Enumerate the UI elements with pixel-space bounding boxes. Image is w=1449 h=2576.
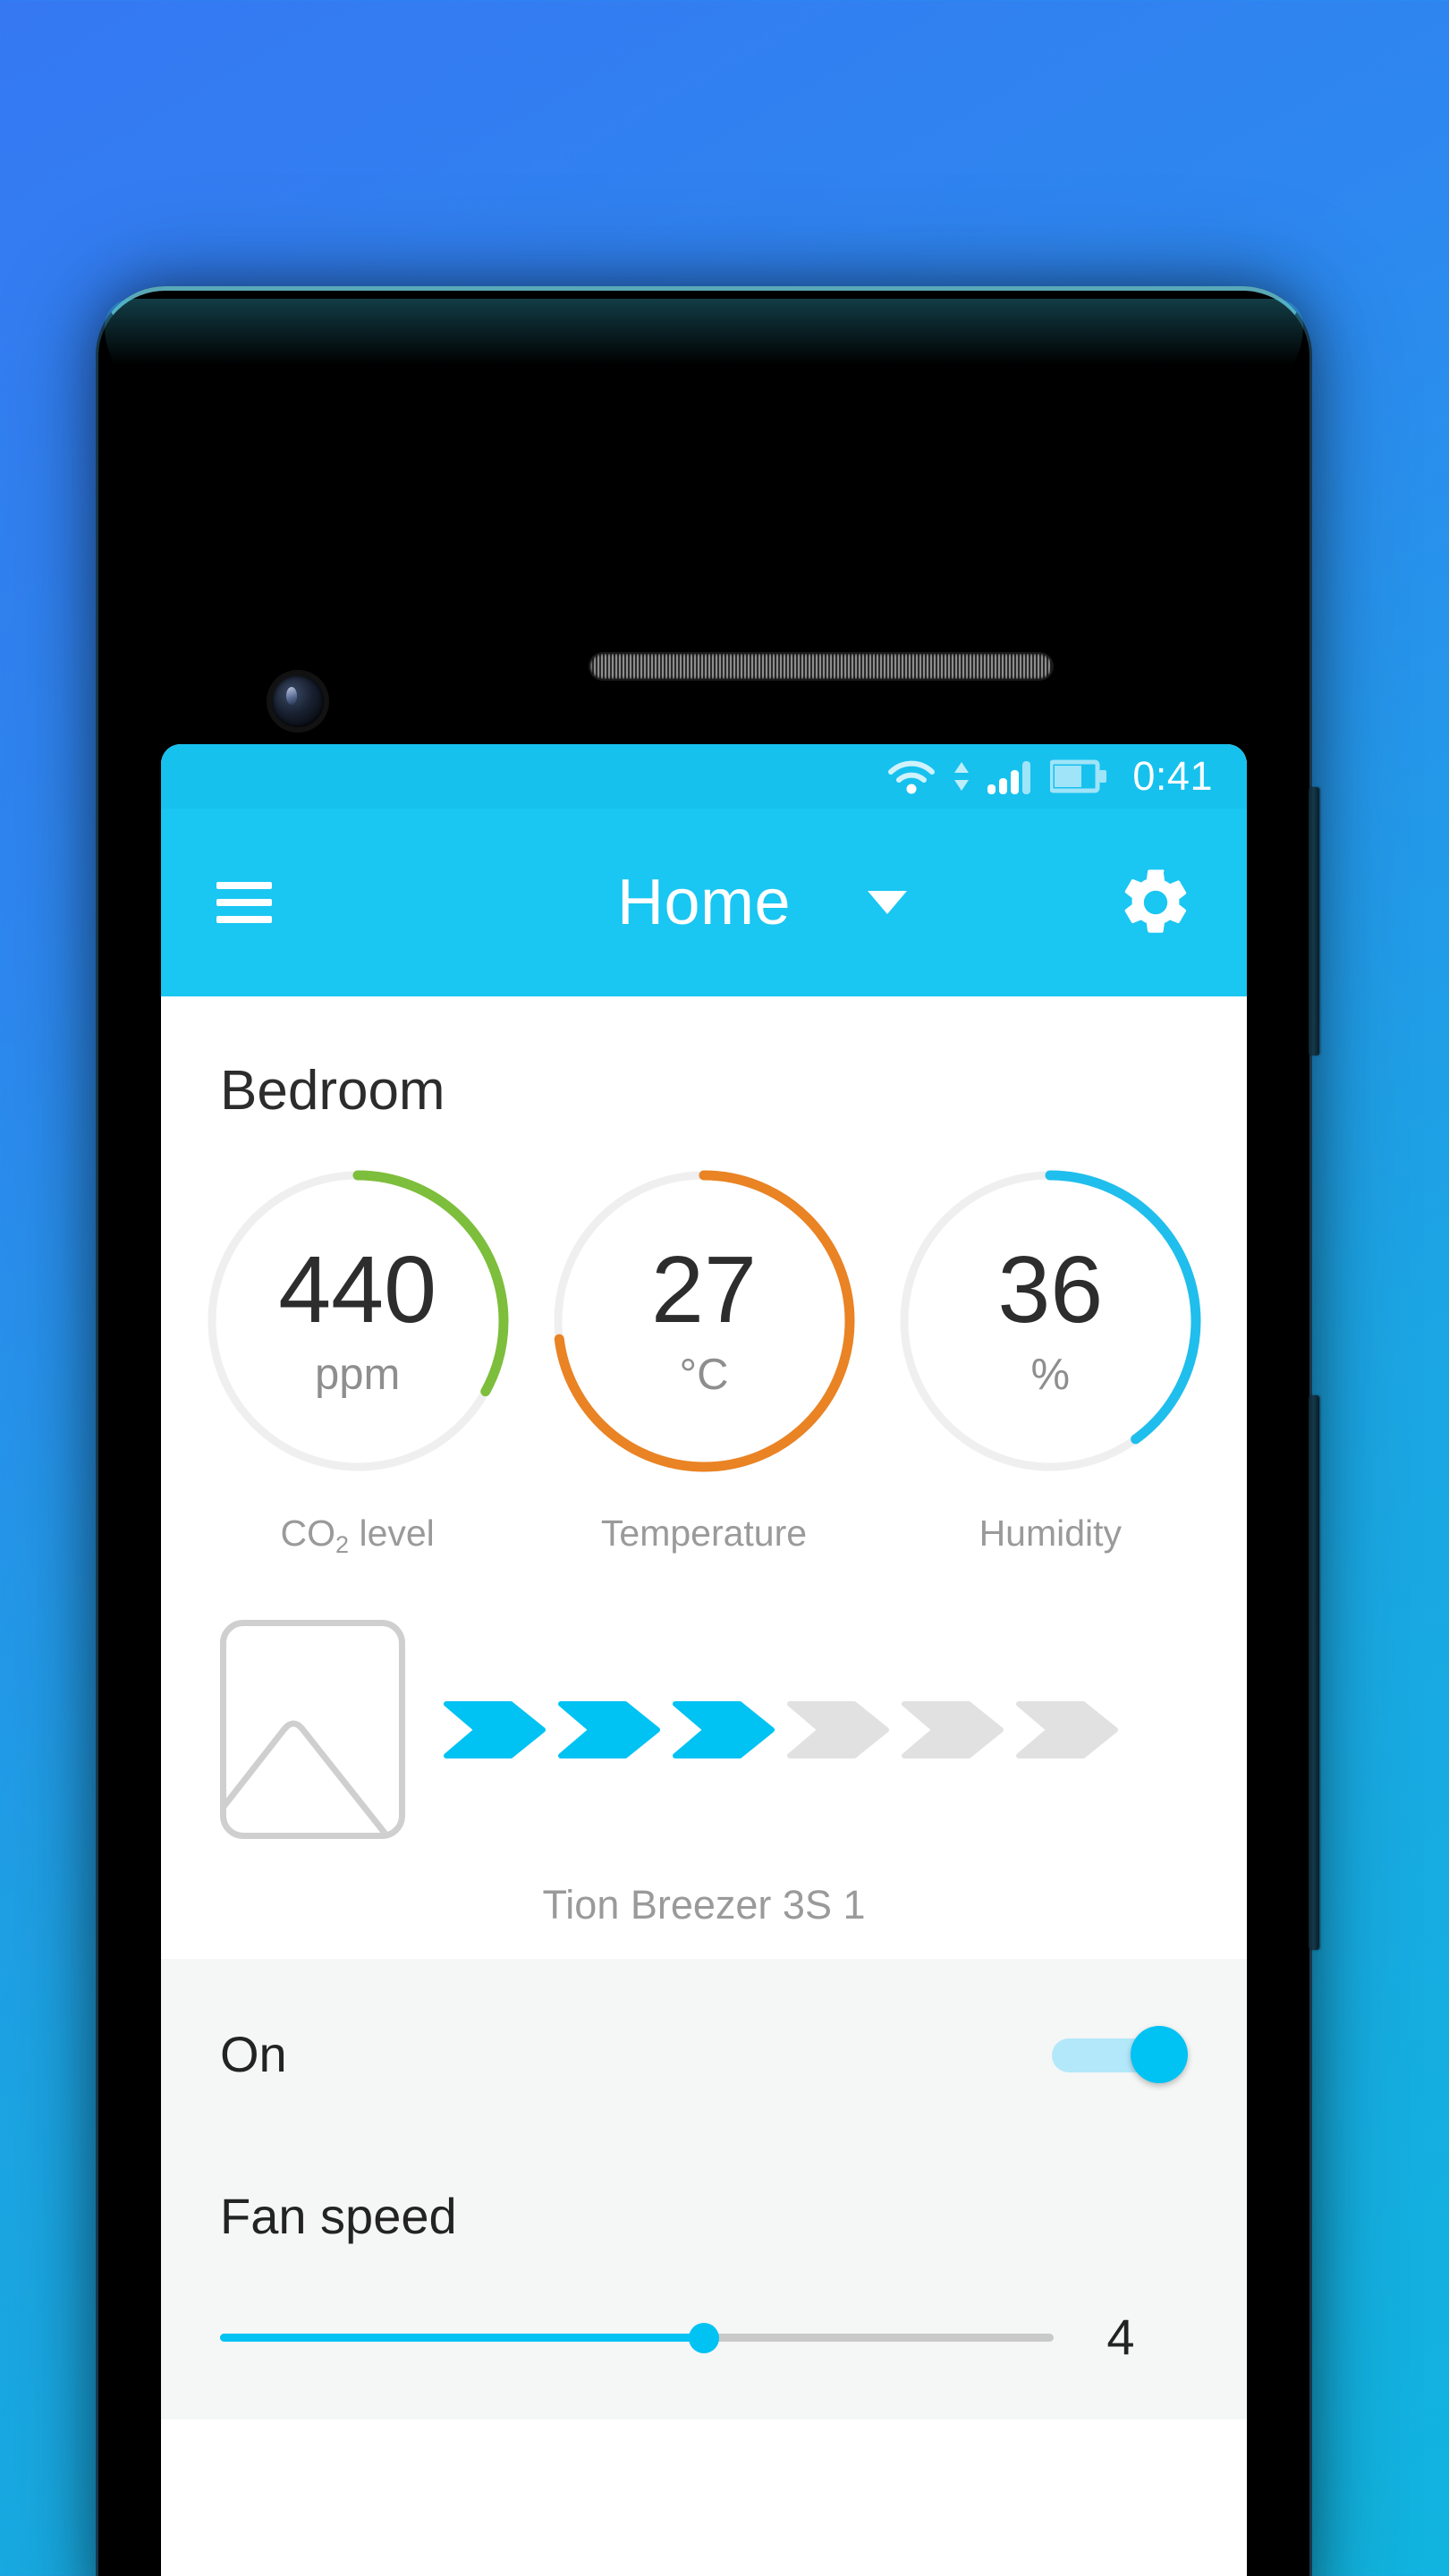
speed-arrow-6[interactable] (1015, 1700, 1121, 1758)
gauge-readout: 36 % (891, 1162, 1209, 1480)
fan-speed-arrows (443, 1700, 1121, 1758)
gear-icon[interactable] (1116, 863, 1195, 942)
speed-arrow-4[interactable] (786, 1700, 892, 1758)
gauge-label: Humidity (979, 1513, 1123, 1554)
data-transfer-icon (952, 758, 971, 795)
device-name: Tion Breezer 3S 1 (542, 1882, 866, 1928)
hamburger-menu-icon[interactable] (216, 872, 272, 933)
device-row (161, 1559, 1247, 1839)
gauge-0: 440 ppm CO2 level (197, 1162, 519, 1559)
fan-speed-slider[interactable] (220, 2310, 1054, 2364)
toggle-thumb (1131, 2025, 1188, 2083)
speed-arrow-2[interactable] (557, 1700, 663, 1758)
gauge-2: 36 % Humidity (889, 1162, 1211, 1555)
power-label: On (220, 2026, 287, 2082)
gauge-value: 440 (278, 1237, 437, 1343)
status-bar-clock: 0:41 (1132, 753, 1213, 799)
gauge-label: Temperature (600, 1513, 808, 1554)
gauges-row: 440 ppm CO2 level 27 °C Temperature 36 %… (161, 1123, 1247, 1559)
battery-icon (1050, 758, 1109, 794)
gauge-label: CO2 level (280, 1513, 435, 1558)
page-title: Home (616, 867, 792, 938)
gauge-ring: 440 ppm (199, 1162, 517, 1480)
gauge-ring: 27 °C (545, 1162, 863, 1480)
room-title: Bedroom (220, 1060, 445, 1122)
speed-arrow-3[interactable] (672, 1700, 777, 1758)
cellular-signal-icon (986, 758, 1036, 795)
phone-bezel-sheen (105, 299, 1303, 406)
gauge-unit: ppm (314, 1351, 401, 1399)
phone-screen: 0:41 Home Bedroom 440 ppm CO2 level 27 °… (161, 744, 1247, 2576)
app-bar: Home (161, 809, 1247, 996)
phone-volume-button[interactable] (1309, 787, 1319, 1055)
gauge-ring: 36 % (891, 1162, 1209, 1480)
fan-speed-value: 4 (1106, 2309, 1135, 2365)
gauge-value: 36 (997, 1237, 1104, 1343)
fan-speed-row: 4 (161, 2245, 1247, 2366)
image-placeholder-icon (220, 1620, 405, 1839)
gauge-readout: 27 °C (545, 1162, 863, 1480)
slider-track-fill (220, 2333, 704, 2342)
wifi-icon (886, 758, 937, 795)
controls-panel: On Fan speed 4 (161, 1959, 1247, 2419)
phone-power-button[interactable] (1309, 1395, 1319, 1950)
slider-thumb[interactable] (688, 2322, 719, 2353)
gauge-value: 27 (651, 1237, 757, 1343)
phone-device-frame: 0:41 Home Bedroom 440 ppm CO2 level 27 °… (96, 286, 1319, 2576)
gauge-unit: °C (679, 1351, 729, 1399)
speed-arrow-5[interactable] (901, 1700, 1006, 1758)
earpiece-speaker (590, 654, 1052, 679)
chevron-down-icon[interactable] (868, 891, 907, 914)
sensor-card: Bedroom 440 ppm CO2 level 27 °C Temperat… (161, 996, 1247, 1959)
gauge-unit: % (1030, 1351, 1071, 1399)
fan-speed-label: Fan speed (220, 2188, 457, 2244)
gauge-1: 27 °C Temperature (543, 1162, 865, 1555)
status-bar: 0:41 (161, 744, 1247, 809)
speed-arrow-1[interactable] (443, 1700, 548, 1758)
gauge-readout: 440 ppm (199, 1162, 517, 1480)
front-camera-icon (272, 675, 324, 727)
power-row: On (161, 1959, 1247, 2083)
power-toggle[interactable] (1052, 2025, 1188, 2083)
